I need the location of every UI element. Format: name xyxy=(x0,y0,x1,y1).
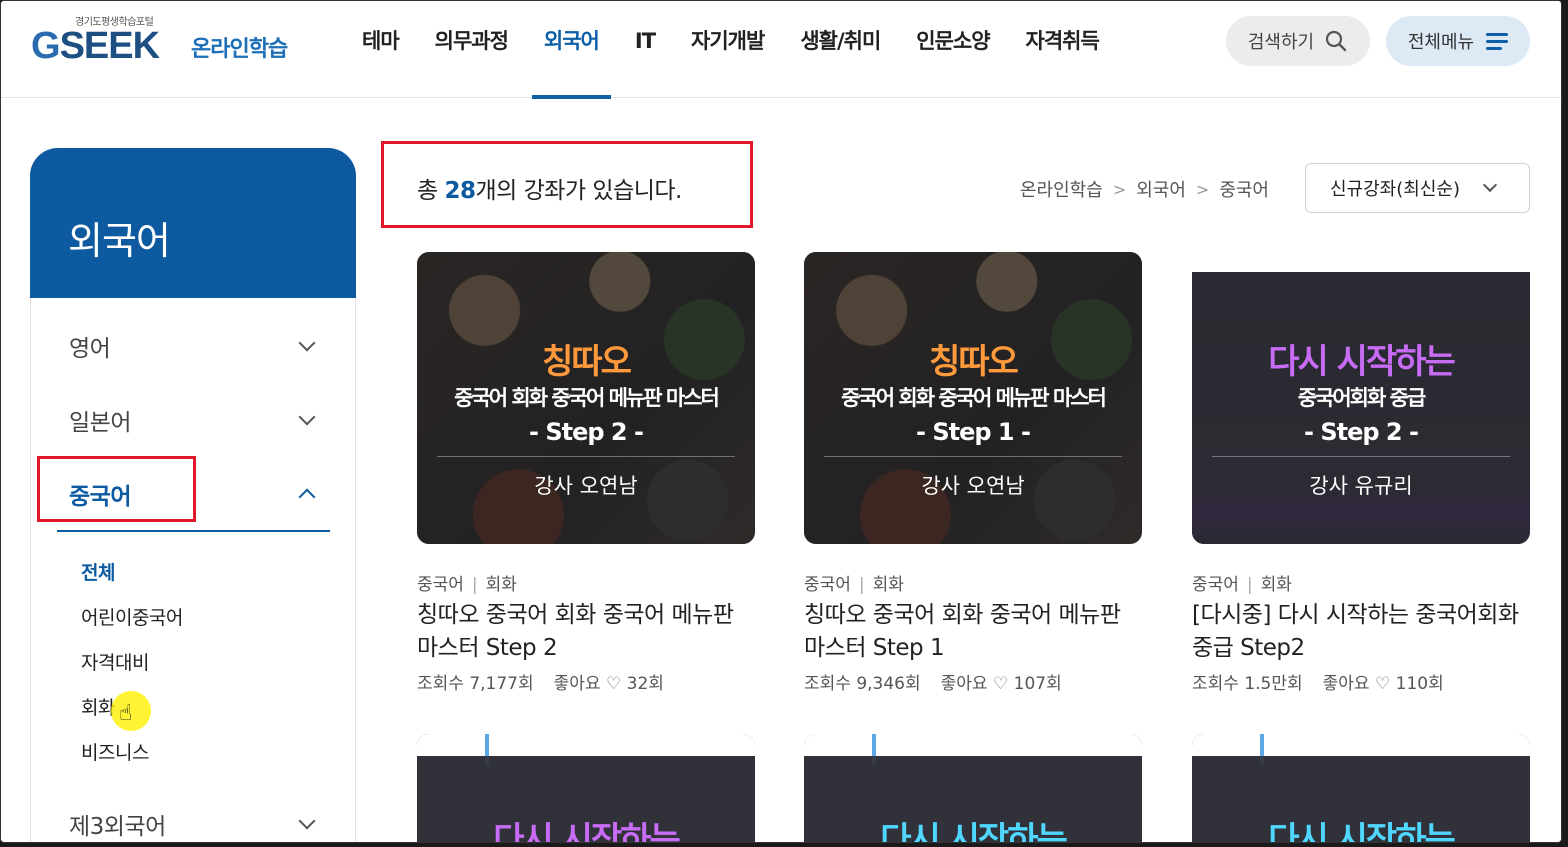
course-meta: 조회수 7,177회 좋아요 ♡ 32회 xyxy=(417,669,755,694)
sort-select[interactable]: 신규강좌(최신순) xyxy=(1305,163,1530,213)
sidebar-item-english[interactable]: 영어 xyxy=(69,326,319,366)
logo-subtitle: 온라인학습 xyxy=(191,37,288,62)
sidebar-item-label: 영어 xyxy=(69,336,111,362)
thumb-title: 칭따오 xyxy=(542,342,632,382)
hamburger-icon xyxy=(1486,33,1509,50)
category-sidebar: 외국어 영어 일본어 중국어 전체 어린이중국어 자격대비 회화 비즈니스 제3… xyxy=(30,148,356,842)
heart-icon: ♡ xyxy=(1374,674,1391,694)
thumb-subtitle: 중국어 회화 중국어 메뉴판 마스터 xyxy=(841,386,1107,410)
hand-cursor-icon: ☝ xyxy=(119,701,133,726)
course-thumbnail[interactable]: 다시 시작하는 xyxy=(804,734,1142,843)
total-number: 28 xyxy=(444,178,476,204)
chevron-down-icon xyxy=(298,408,316,426)
course-title[interactable]: [다시중] 다시 시작하는 중국어회화 중급 Step2 xyxy=(1192,599,1530,665)
like-count: 32회 xyxy=(626,674,664,694)
like-count: 110회 xyxy=(1395,674,1444,694)
thumb-title: 다시 시작하는 xyxy=(1268,342,1456,382)
full-menu-label: 전체메뉴 xyxy=(1407,32,1475,53)
nav-it[interactable]: IT xyxy=(617,1,673,98)
search-button-label: 검색하기 xyxy=(1247,32,1315,53)
chevron-down-icon xyxy=(298,812,316,830)
nav-humanities[interactable]: 인문소양 xyxy=(898,1,1007,98)
main-nav: 테마 의무과정 외국어 IT 자기개발 생활/취미 인문소양 자격취득 xyxy=(344,1,1117,99)
gseek-logo[interactable]: 경기도평생학습포털 GSEEK 온라인학습 xyxy=(31,13,301,73)
sub-item-certification[interactable]: 자격대비 xyxy=(81,648,149,675)
thumb-title: 다시 시작하는 xyxy=(880,820,1068,843)
sub-item-kids-chinese[interactable]: 어린이중국어 xyxy=(81,603,183,630)
chevron-down-icon xyxy=(1482,177,1498,193)
course-thumbnail[interactable]: 다시 시작하는 xyxy=(417,734,755,843)
nav-theme[interactable]: 테마 xyxy=(344,1,417,98)
thumb-title: 다시 시작하는 xyxy=(493,820,681,843)
active-category-underline xyxy=(57,530,330,532)
course-title[interactable]: 칭따오 중국어 회화 중국어 메뉴판 마스터 Step 2 xyxy=(417,599,755,665)
course-category: 중국어 | 회화 xyxy=(1192,575,1292,595)
thumb-subtitle: 중국어회화 중급 xyxy=(1297,386,1427,410)
thumb-teacher: 강사 유규리 xyxy=(1309,474,1413,498)
nav-mandatory[interactable]: 의무과정 xyxy=(417,1,526,98)
search-icon xyxy=(1326,30,1347,52)
like-count: 107회 xyxy=(1013,674,1062,694)
breadcrumb-online-learning[interactable]: 온라인학습 xyxy=(1020,176,1103,202)
browser-frame: 경기도평생학습포털 GSEEK 온라인학습 테마 의무과정 외국어 IT 자기개… xyxy=(0,0,1562,843)
breadcrumb: 온라인학습 > 외국어 > 중국어 xyxy=(1020,176,1269,202)
sidebar-item-label: 중국어 xyxy=(69,484,131,510)
thumb-subtitle: 중국어 회화 중국어 메뉴판 마스터 xyxy=(454,386,720,410)
course-thumbnail[interactable]: 다시 시작하는 xyxy=(1192,734,1530,843)
nav-self-development[interactable]: 자기개발 xyxy=(673,1,782,98)
chevron-up-icon xyxy=(298,488,316,506)
view-count: 조회수 9,346회 xyxy=(804,674,921,694)
thumb-teacher: 강사 오연남 xyxy=(921,474,1025,498)
sidebar-item-label: 일본어 xyxy=(69,410,131,436)
breadcrumb-foreign-language[interactable]: 외국어 xyxy=(1136,176,1186,202)
nav-certification[interactable]: 자격취득 xyxy=(1008,1,1117,98)
sidebar-item-label: 제3외국어 xyxy=(69,814,166,840)
course-category: 중국어 | 회화 xyxy=(417,575,517,595)
view-count: 조회수 1.5만회 xyxy=(1192,674,1303,694)
sidebar-item-chinese[interactable]: 중국어 xyxy=(69,474,319,514)
course-card: 칭따오 중국어 회화 중국어 메뉴판 마스터 - Step 1 - 강사 오연남… xyxy=(804,252,1142,694)
course-thumbnail[interactable]: 칭따오 중국어 회화 중국어 메뉴판 마스터 - Step 1 - 강사 오연남 xyxy=(804,252,1142,544)
sidebar-item-japanese[interactable]: 일본어 xyxy=(69,400,319,440)
view-count: 조회수 7,177회 xyxy=(417,674,534,694)
nav-life-hobby[interactable]: 생활/취미 xyxy=(782,1,898,98)
thumb-step: - Step 2 - xyxy=(1304,418,1419,446)
nav-foreign-language[interactable]: 외국어 xyxy=(526,1,617,99)
course-card: 칭따오 중국어 회화 중국어 메뉴판 마스터 - Step 2 - 강사 오연남… xyxy=(417,252,755,694)
full-menu-button[interactable]: 전체메뉴 xyxy=(1386,16,1530,66)
course-total-count: 총 28개의 강좌가 있습니다. xyxy=(417,178,682,204)
sidebar-title: 외국어 xyxy=(30,148,356,298)
course-title[interactable]: 칭따오 중국어 회화 중국어 메뉴판 마스터 Step 1 xyxy=(804,599,1142,665)
sidebar-item-third-language[interactable]: 제3외국어 xyxy=(69,804,319,842)
breadcrumb-current: 중국어 xyxy=(1219,180,1269,201)
heart-icon: ♡ xyxy=(605,674,622,694)
search-button[interactable]: 검색하기 xyxy=(1226,16,1370,66)
sub-item-all[interactable]: 전체 xyxy=(81,558,115,585)
course-meta: 조회수 1.5만회 좋아요 ♡ 110회 xyxy=(1192,669,1530,694)
course-meta: 조회수 9,346회 좋아요 ♡ 107회 xyxy=(804,669,1142,694)
heart-icon: ♡ xyxy=(992,674,1009,694)
course-category: 중국어 | 회화 xyxy=(804,575,904,595)
sub-item-conversation[interactable]: 회화 xyxy=(81,693,115,720)
chevron-right-icon: > xyxy=(1195,179,1210,199)
thumb-teacher: 강사 오연남 xyxy=(534,474,638,498)
course-card: 다시 시작하는 중국어회화 중급 - Step 2 - 강사 유규리 중국어 | 회… xyxy=(1192,252,1530,694)
thumb-step: - Step 2 - xyxy=(529,418,644,446)
sub-item-business[interactable]: 비즈니스 xyxy=(81,738,149,765)
thumb-title: 칭따오 xyxy=(929,342,1019,382)
chevron-down-icon xyxy=(298,334,316,352)
chevron-right-icon: > xyxy=(1112,179,1127,199)
thumb-step: - Step 1 - xyxy=(916,418,1031,446)
site-header: 경기도평생학습포털 GSEEK 온라인학습 테마 의무과정 외국어 IT 자기개… xyxy=(1,1,1561,99)
course-thumbnail[interactable]: 다시 시작하는 중국어회화 중급 - Step 2 - 강사 유규리 xyxy=(1192,252,1530,544)
logo-wordmark: GSEEK xyxy=(31,25,160,67)
sort-selected-label: 신규강좌(최신순) xyxy=(1330,179,1460,200)
course-thumbnail[interactable]: 칭따오 중국어 회화 중국어 메뉴판 마스터 - Step 2 - 강사 오연남 xyxy=(417,252,755,544)
thumb-title: 다시 시작하는 xyxy=(1268,820,1456,843)
